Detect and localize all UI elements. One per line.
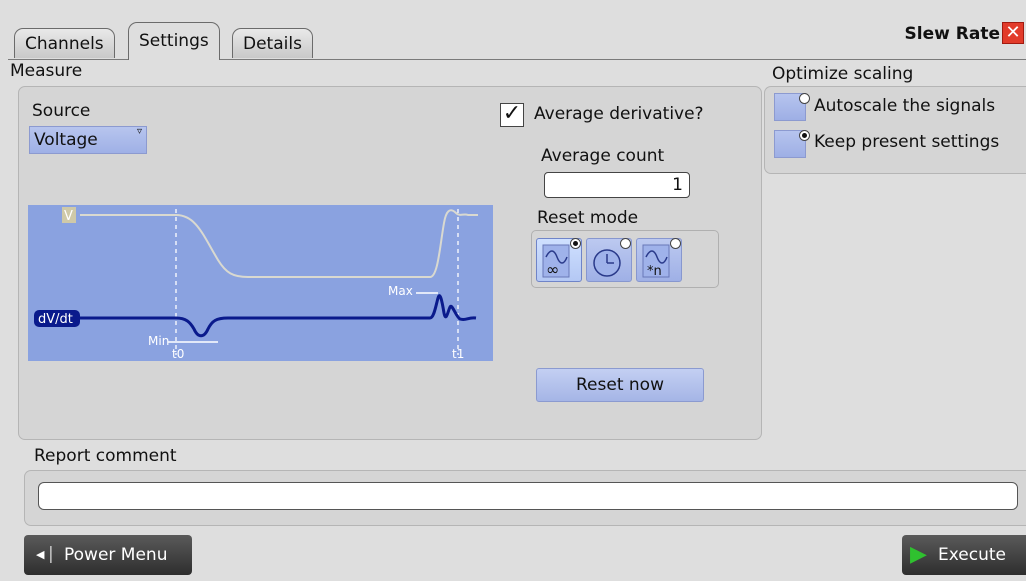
divider-glyph: | (48, 544, 54, 564)
close-icon[interactable]: ✕ (1002, 22, 1024, 44)
power-menu-button[interactable]: ◀ | Power Menu (24, 535, 192, 575)
keep-settings-option-label[interactable]: Keep present settings (814, 132, 999, 152)
t1-label: t1 (452, 347, 464, 361)
dialog-title: Slew Rate (904, 24, 1000, 44)
autoscale-radio-button[interactable] (774, 93, 810, 121)
measure-label: Measure (10, 61, 83, 81)
execute-label: Execute (938, 545, 1006, 565)
back-arrow-icon: ◀ (36, 548, 45, 561)
autoscale-radio (799, 93, 810, 104)
average-count-input[interactable]: 1 (544, 172, 690, 198)
tab-details[interactable]: Details (232, 28, 313, 58)
reset-mode-radio-time (620, 238, 631, 249)
t0-label: t0 (172, 347, 184, 361)
optimize-scaling-label: Optimize scaling (772, 64, 914, 84)
reset-mode-radio-infinite (570, 238, 581, 249)
min-label: Min (148, 334, 169, 348)
source-value: Voltage (34, 130, 98, 150)
reset-mode-radio-count (670, 238, 681, 249)
execute-button[interactable]: ▶ Execute (902, 535, 1026, 575)
average-count-label: Average count (541, 146, 665, 166)
dropdown-caret-icon: ▿ (136, 126, 142, 137)
reset-mode-time-button[interactable] (586, 238, 632, 282)
power-menu-label: Power Menu (64, 545, 168, 565)
slew-rate-diagram: V dV/dt Max Min t0 t1 (28, 205, 493, 361)
report-comment-label: Report comment (34, 446, 177, 466)
source-dropdown[interactable]: Voltage ▿ (29, 126, 147, 154)
report-comment-input[interactable] (38, 482, 1018, 510)
source-label: Source (32, 101, 91, 121)
average-derivative-checkbox[interactable]: ✓ (500, 103, 524, 127)
keep-settings-radio (799, 130, 810, 141)
svg-text:*n: *n (647, 264, 662, 279)
diagram-background (28, 205, 493, 361)
svg-text:∞: ∞ (546, 260, 559, 279)
dvdt-label: dV/dt (38, 312, 73, 327)
reset-mode-label: Reset mode (537, 208, 639, 228)
tab-channels[interactable]: Channels (14, 28, 115, 58)
autoscale-option-label[interactable]: Autoscale the signals (814, 96, 995, 116)
v-label: V (64, 209, 73, 224)
reset-now-button[interactable]: Reset now (536, 368, 704, 402)
keep-settings-radio-button[interactable] (774, 130, 810, 158)
checkmark-icon: ✓ (502, 101, 522, 126)
play-icon: ▶ (910, 542, 927, 567)
reset-mode-infinite-button[interactable]: ∞ (536, 238, 582, 282)
reset-mode-count-button[interactable]: *n (636, 238, 682, 282)
max-label: Max (388, 284, 413, 298)
tab-settings[interactable]: Settings (128, 22, 220, 60)
average-derivative-label: Average derivative? (534, 104, 704, 124)
